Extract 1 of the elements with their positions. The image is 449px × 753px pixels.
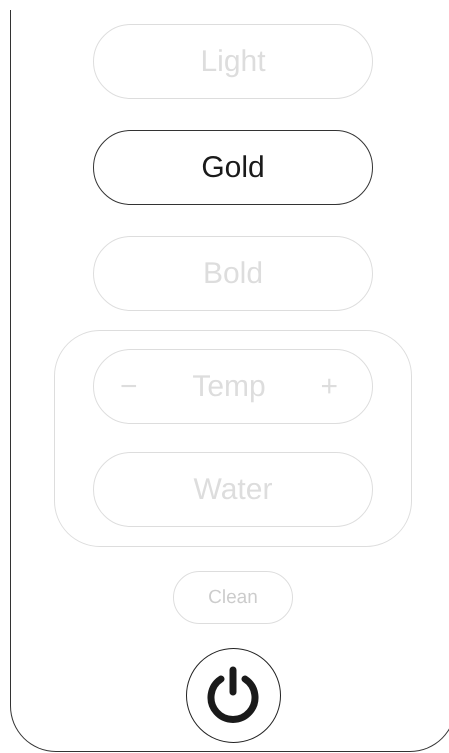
mode-button[interactable]: Gold [93, 130, 373, 205]
